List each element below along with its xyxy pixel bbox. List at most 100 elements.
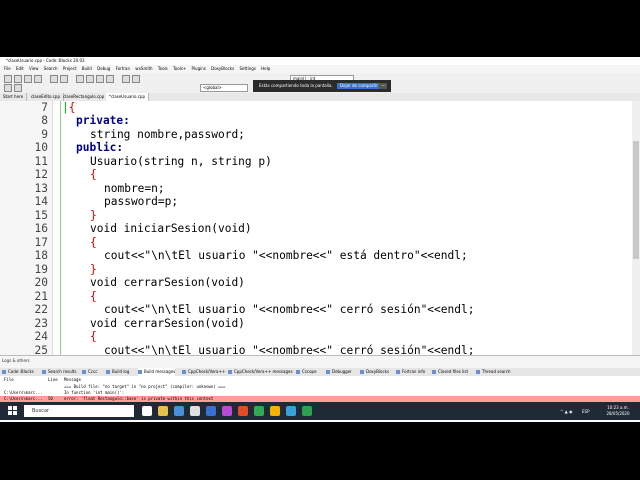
jump-back-icon[interactable] [4, 84, 12, 92]
store-icon[interactable] [190, 406, 200, 416]
menu-build[interactable]: Build [82, 65, 92, 73]
code-line: public: [76, 141, 124, 154]
windows-taskbar: Buscar ^ ▲ ◉ ESP 10:23 a.m. 28/05/2020 [0, 402, 640, 420]
code-area[interactable]: 7 |{ 8 private: 9 string nombre,password… [0, 101, 640, 355]
tab-clase-rectangulo[interactable]: claseRectangulo.cpp [60, 93, 109, 101]
editor-tabs: Start here claseEdito.cpp claseRectangul… [0, 93, 640, 101]
menu-debug[interactable]: Debug [97, 65, 110, 73]
code-line: string nombre,password; [90, 127, 245, 141]
menu-view[interactable]: View [29, 65, 39, 73]
app-icon-red[interactable] [238, 406, 248, 416]
codeblocks-window: *claseUsuario.cpp - Code::Blocks 20.03 F… [0, 57, 640, 422]
menu-project[interactable]: Project [63, 65, 77, 73]
title-bar: *claseUsuario.cpp - Code::Blocks 20.03 [0, 57, 640, 65]
log-tab-doxyblocks[interactable]: DoxyBlocks [360, 368, 389, 376]
jump-forward-icon[interactable] [14, 84, 22, 92]
tab-clase-edito[interactable]: claseEdito.cpp [28, 93, 64, 101]
menu-settings[interactable]: Settings [239, 65, 255, 73]
line-number: 9 [41, 127, 48, 141]
save-icon[interactable] [24, 75, 32, 83]
log-tab-icon [106, 370, 110, 374]
menu-wxsmith[interactable]: wxSmith [135, 65, 152, 73]
log-tab-cccc[interactable]: Cccc [82, 368, 97, 376]
visual-studio-icon[interactable] [222, 406, 232, 416]
code-line: void iniciarSesion(void) [90, 222, 252, 235]
run-icon[interactable] [86, 75, 94, 83]
share-message: Estás compartiendo toda la pantalla. [259, 83, 333, 88]
code-line: { [90, 235, 97, 249]
log-tab-cppcheck[interactable]: CppCheck/Vera++ [182, 368, 225, 376]
log-tab-thread-search[interactable]: Thread search [476, 368, 511, 376]
app-icon-green[interactable] [254, 406, 264, 416]
log-tab-closed-files[interactable]: Closed files list [432, 368, 468, 376]
log-tab-debugger[interactable]: Debugger [326, 368, 352, 376]
taskbar-clock[interactable]: 10:23 a.m. 28/05/2020 [598, 405, 638, 417]
build-icon[interactable] [76, 75, 84, 83]
build-run-icon[interactable] [96, 75, 104, 83]
menu-bar: File Edit View Search Project Build Debu… [0, 65, 640, 73]
open-file-icon[interactable] [14, 75, 22, 83]
code-line: void cerrarSesion(void) [90, 276, 245, 289]
step-icon[interactable] [132, 75, 140, 83]
menu-file[interactable]: File [4, 65, 11, 73]
code-line: { [90, 168, 97, 181]
log-tab-cscope[interactable]: Cscope [296, 368, 317, 376]
line-number: 17 [34, 235, 48, 249]
screen-share-bar: Estás compartiendo toda la pantalla. Dej… [253, 80, 391, 92]
tab-clase-usuario[interactable]: *claseUsuario.cpp [106, 93, 149, 101]
new-file-icon[interactable] [4, 75, 12, 83]
edge-icon[interactable] [174, 406, 184, 416]
codeblocks-icon[interactable] [302, 406, 312, 416]
menu-plugins[interactable]: Plugins [192, 65, 206, 73]
column-message: Message [64, 377, 81, 382]
stop-sharing-button[interactable]: Dejar de compartir [337, 83, 381, 89]
code-editor[interactable]: 7 |{ 8 private: 9 string nombre,password… [0, 101, 640, 355]
window-title: *claseUsuario.cpp - Code::Blocks 20.03 [6, 58, 85, 63]
menu-search[interactable]: Search [44, 65, 58, 73]
log-tab-search-results[interactable]: Search results [42, 368, 76, 376]
redo-icon[interactable] [60, 75, 68, 83]
menu-help[interactable]: Help [261, 65, 270, 73]
line-number: 24 [34, 330, 48, 343]
menu-fortran[interactable]: Fortran [116, 65, 130, 73]
log-tab-icon [42, 370, 46, 374]
menu-doxyblocks[interactable]: DoxyBlocks [211, 65, 234, 73]
mail-icon[interactable] [206, 406, 216, 416]
menu-tools-plus[interactable]: Tools+ [173, 65, 186, 73]
task-view-icon[interactable] [142, 406, 152, 416]
windows-start-icon[interactable] [8, 406, 18, 416]
menu-edit[interactable]: Edit [16, 65, 24, 73]
line-number: 23 [34, 316, 48, 330]
tray-icons[interactable]: ^ ▲ ◉ [560, 409, 572, 414]
logs-tabs: Code::Blocks Search results Cccc Build l… [0, 368, 640, 376]
app-icon-blue[interactable] [286, 406, 296, 416]
save-all-icon[interactable] [34, 75, 42, 83]
debug-icon[interactable] [122, 75, 130, 83]
hide-share-bar-button[interactable]: — [379, 83, 387, 89]
log-tab-icon [432, 370, 436, 374]
scrollbar-thumb[interactable] [633, 141, 639, 259]
tab-start-here[interactable]: Start here [0, 93, 28, 101]
rebuild-icon[interactable] [106, 75, 114, 83]
log-tab-cppcheck-messages[interactable]: CppCheck/Vera++ messages [228, 368, 293, 376]
undo-icon[interactable] [50, 75, 58, 83]
menu-tools[interactable]: Tools [158, 65, 168, 73]
code-line: { [90, 289, 97, 303]
code-line: } [90, 262, 97, 276]
line-number: 22 [34, 303, 48, 316]
code-line: } [90, 208, 97, 222]
line-number: 7 [41, 101, 48, 114]
code-line: cout<<"\n\tEl usuario "<<nombre<<" está … [104, 249, 468, 262]
log-tab-codeblocks[interactable]: Code::Blocks [2, 368, 34, 376]
log-tab-build-log[interactable]: Build log [106, 368, 129, 376]
file-explorer-icon[interactable] [158, 406, 168, 416]
log-tab-icon [182, 370, 186, 374]
log-tab-build-messages[interactable]: Build messages [138, 368, 176, 376]
code-line: cout<<"\n\tEl usuario "<<nombre<<" cerró… [104, 303, 475, 316]
log-tab-fortran-info[interactable]: Fortran info [396, 368, 425, 376]
log-tab-icon [2, 370, 6, 374]
taskbar-search-box[interactable]: Buscar [24, 405, 134, 417]
scope-combo[interactable]: <global> [200, 84, 248, 92]
language-indicator[interactable]: ESP [582, 409, 589, 414]
chrome-icon[interactable] [270, 406, 280, 416]
